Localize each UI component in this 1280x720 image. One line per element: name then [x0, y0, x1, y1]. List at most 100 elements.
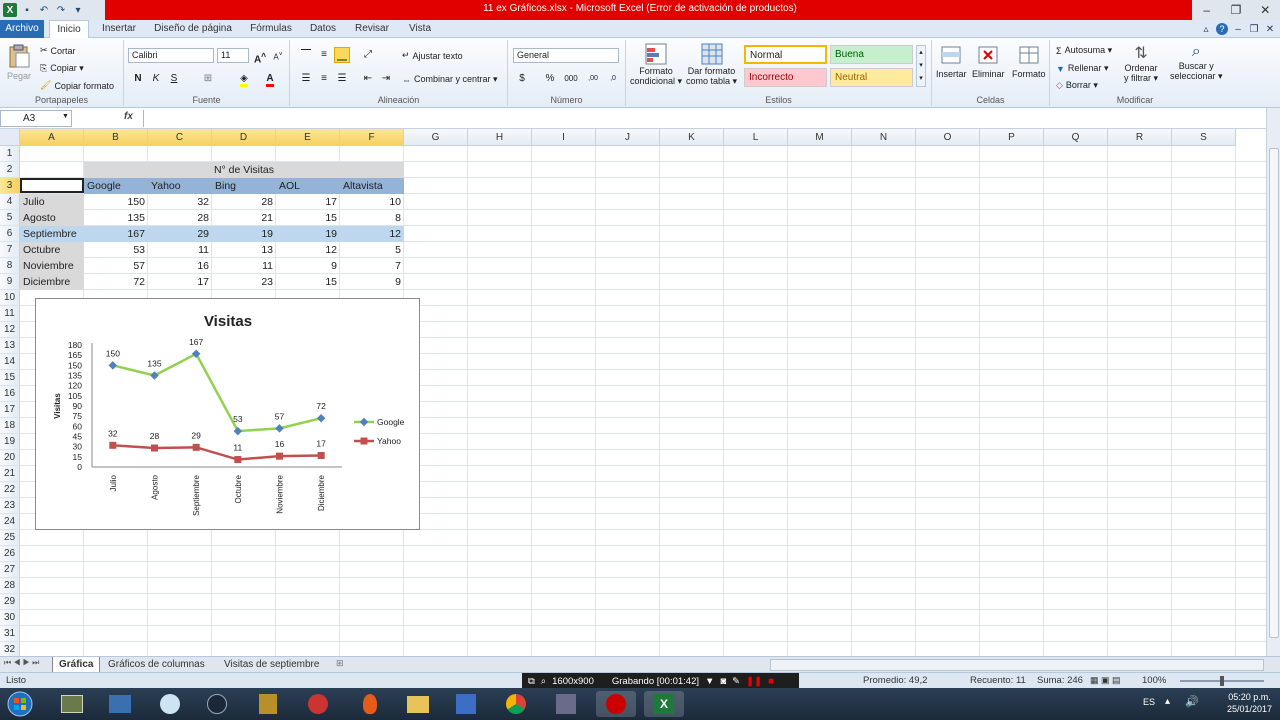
value-cell[interactable]: 150 [84, 194, 148, 210]
select-all-corner[interactable] [0, 129, 20, 146]
row-header-24[interactable]: 24 [0, 514, 20, 530]
name-box-dropdown-icon[interactable]: ▼ [62, 113, 69, 120]
column-header-i[interactable]: I [532, 129, 596, 146]
insert-function-icon[interactable]: fx [124, 111, 133, 122]
table-header-cell[interactable]: AOL [276, 178, 340, 194]
month-cell[interactable]: Agosto [20, 210, 84, 226]
style-buena[interactable]: Buena [830, 45, 913, 64]
value-cell[interactable]: 29 [148, 226, 212, 242]
zoom-level[interactable]: 100% [1142, 675, 1166, 686]
value-cell[interactable]: 72 [84, 274, 148, 290]
conditional-format-button[interactable]: Formato condicional ▾ [630, 42, 682, 87]
taskbar-recorder[interactable] [596, 691, 636, 717]
row-header-6[interactable]: 6 [0, 226, 20, 242]
value-cell[interactable]: 19 [276, 226, 340, 242]
value-cell[interactable]: 9 [276, 258, 340, 274]
value-cell[interactable]: 32 [148, 194, 212, 210]
align-top-icon[interactable]: ⎺ [298, 47, 314, 63]
sheet-nav-icons[interactable]: ⏮ ◀ ▶ ⏭ [4, 658, 39, 668]
row-header-25[interactable]: 25 [0, 530, 20, 546]
tab-datos[interactable]: Datos [305, 20, 341, 38]
table-header-cell[interactable]: Bing [212, 178, 276, 194]
row-header-23[interactable]: 23 [0, 498, 20, 514]
fill-color-icon[interactable]: ◈ [236, 71, 252, 87]
tab-inicio[interactable]: Inicio [49, 20, 89, 39]
view-buttons[interactable]: ▦ ▣ ▤ [1090, 675, 1121, 686]
value-cell[interactable]: 135 [84, 210, 148, 226]
tab-formulas[interactable]: Fórmulas [246, 20, 296, 38]
month-cell[interactable]: Octubre [20, 242, 84, 258]
row-header-7[interactable]: 7 [0, 242, 20, 258]
underline-button[interactable]: S [166, 71, 182, 87]
restore-icon[interactable]: ❐ [1221, 0, 1250, 20]
insert-cells-button[interactable]: Insertar [936, 43, 967, 79]
value-cell[interactable]: 12 [276, 242, 340, 258]
language-indicator[interactable]: ES [1143, 697, 1155, 707]
font-name-select[interactable]: Calibri [128, 48, 214, 63]
font-size-select[interactable]: 11 [217, 48, 249, 63]
align-center-icon[interactable]: ≡ [316, 71, 332, 87]
taskbar-app-9[interactable] [446, 691, 486, 717]
workbook-close-icon[interactable]: ✕ [1264, 24, 1276, 35]
volume-icon[interactable]: 🔊 [1185, 695, 1199, 708]
taskbar-game[interactable] [248, 691, 288, 717]
value-cell[interactable]: 8 [340, 210, 404, 226]
tray-arrow-icon[interactable]: ▴ [1165, 696, 1170, 707]
increase-decimal-button[interactable]: ,00 [584, 71, 602, 87]
value-cell[interactable]: 15 [276, 210, 340, 226]
horizontal-scrollbar[interactable] [770, 659, 1264, 671]
vertical-scrollbar[interactable] [1266, 108, 1280, 658]
wrap-text-button[interactable]: ↵ Ajustar texto [402, 50, 463, 61]
orientation-icon[interactable]: ⤢ [360, 47, 376, 63]
stop-icon[interactable]: ■ [768, 676, 774, 687]
clear-button[interactable]: ◇ Borrar ▾ [1056, 80, 1098, 91]
value-cell[interactable]: 28 [148, 210, 212, 226]
column-header-m[interactable]: M [788, 129, 852, 146]
row-header-20[interactable]: 20 [0, 450, 20, 466]
column-header-d[interactable]: D [212, 129, 276, 146]
sheet-tab-grafica[interactable]: Gráfica [52, 657, 101, 672]
tab-insertar[interactable]: Insertar [100, 20, 138, 38]
value-cell[interactable]: 17 [148, 274, 212, 290]
column-header-n[interactable]: N [852, 129, 916, 146]
value-cell[interactable]: 7 [340, 258, 404, 274]
row-header-28[interactable]: 28 [0, 578, 20, 594]
value-cell[interactable]: 53 [84, 242, 148, 258]
row-header-5[interactable]: 5 [0, 210, 20, 226]
sort-filter-button[interactable]: ⇅ Ordenar y filtrar ▾ [1124, 43, 1158, 84]
taskbar-app-2[interactable] [100, 691, 140, 717]
style-incorrecto[interactable]: Incorrecto [744, 68, 827, 87]
value-cell[interactable]: 21 [212, 210, 276, 226]
font-color-icon[interactable]: A [262, 71, 278, 87]
column-header-s[interactable]: S [1172, 129, 1236, 146]
row-header-3[interactable]: 3 [0, 178, 20, 194]
column-header-h[interactable]: H [468, 129, 532, 146]
value-cell[interactable]: 17 [276, 194, 340, 210]
formula-input[interactable] [143, 110, 1268, 127]
value-cell[interactable]: 19 [212, 226, 276, 242]
decrease-decimal-button[interactable]: ,0 [604, 71, 622, 87]
value-cell[interactable]: 23 [212, 274, 276, 290]
row-header-10[interactable]: 10 [0, 290, 20, 306]
value-cell[interactable]: 13 [212, 242, 276, 258]
sheet-tab-visitas-septiembre[interactable]: Visitas de septiembre [218, 657, 325, 672]
active-cell-a3[interactable] [20, 178, 84, 193]
column-header-o[interactable]: O [916, 129, 980, 146]
new-sheet-icon[interactable]: ⊞ [336, 658, 344, 669]
month-cell[interactable]: Septiembre [20, 226, 84, 242]
taskbar-explorer[interactable] [398, 691, 438, 717]
row-header-16[interactable]: 16 [0, 386, 20, 402]
minimize-ribbon-icon[interactable]: ▵ [1200, 24, 1212, 35]
value-cell[interactable]: 28 [212, 194, 276, 210]
column-header-r[interactable]: R [1108, 129, 1172, 146]
row-header-14[interactable]: 14 [0, 354, 20, 370]
borders-icon[interactable]: ⊞ [200, 71, 216, 87]
row-header-19[interactable]: 19 [0, 434, 20, 450]
percent-button[interactable]: % [542, 71, 558, 87]
start-button[interactable] [2, 691, 38, 717]
pause-icon[interactable]: ❚❚ [746, 676, 762, 687]
copy-button[interactable]: ⎘ Copiar ▾ [40, 63, 84, 74]
grow-font-button[interactable]: A˄ [252, 47, 268, 65]
row-header-29[interactable]: 29 [0, 594, 20, 610]
row-header-18[interactable]: 18 [0, 418, 20, 434]
